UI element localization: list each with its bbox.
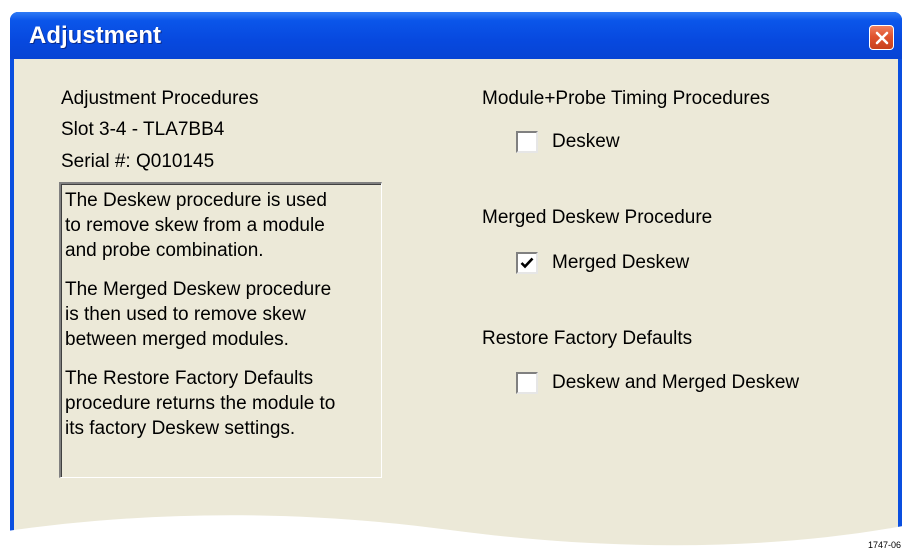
module-probe-timing-heading: Module+Probe Timing Procedures — [482, 88, 770, 109]
window-title: Adjustment — [29, 22, 161, 49]
torn-edge — [0, 515, 903, 552]
slot-label: Slot 3-4 - TLA7BB4 — [61, 119, 225, 140]
dialog-client-area: Adjustment Procedures Slot 3-4 - TLA7BB4… — [14, 59, 898, 552]
adjustment-dialog: Adjustment Adjustment Procedures Slot 3-… — [10, 12, 902, 552]
title-bar[interactable]: Adjustment — [10, 12, 902, 59]
screenshot-stage: Adjustment Adjustment Procedures Slot 3-… — [0, 0, 903, 552]
merged-deskew-option[interactable]: Merged Deskew — [516, 252, 689, 274]
deskew-and-merged-deskew-checkbox[interactable] — [516, 372, 538, 394]
description-box: The Deskew procedure is used to remove s… — [59, 182, 382, 478]
deskew-option[interactable]: Deskew — [516, 131, 620, 153]
checkmark-icon — [520, 257, 534, 269]
figure-id: 1747-06 — [867, 540, 901, 550]
merged-deskew-heading: Merged Deskew Procedure — [482, 207, 713, 228]
close-button[interactable] — [869, 25, 894, 50]
deskew-checkbox-label[interactable]: Deskew — [552, 131, 620, 153]
merged-deskew-description: The Merged Deskew procedure is then used… — [65, 279, 332, 350]
close-icon — [875, 31, 888, 44]
procedures-heading: Adjustment Procedures — [61, 88, 259, 109]
restore-factory-defaults-heading: Restore Factory Defaults — [482, 328, 693, 349]
restore-defaults-option[interactable]: Deskew and Merged Deskew — [516, 372, 799, 394]
deskew-and-merged-deskew-label[interactable]: Deskew and Merged Deskew — [552, 372, 799, 394]
deskew-description: The Deskew procedure is used to remove s… — [65, 190, 327, 261]
deskew-checkbox[interactable] — [516, 131, 538, 153]
merged-deskew-checkbox-label[interactable]: Merged Deskew — [552, 252, 689, 274]
merged-deskew-checkbox[interactable] — [516, 252, 538, 274]
serial-label: Serial #: Q010145 — [61, 151, 215, 172]
restore-defaults-description: The Restore Factory Defaults procedure r… — [65, 368, 336, 439]
